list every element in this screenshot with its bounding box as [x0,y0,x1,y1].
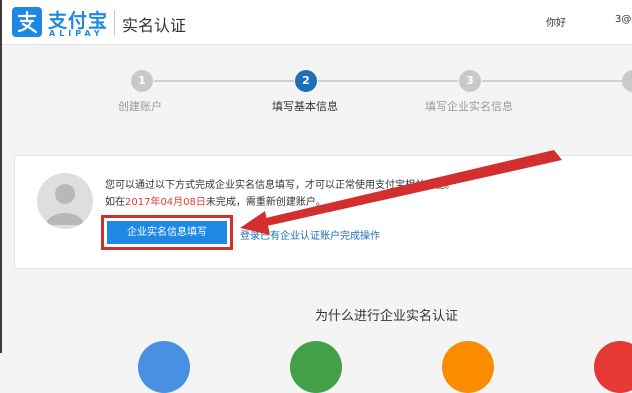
annotation-arrow-icon [240,150,562,235]
